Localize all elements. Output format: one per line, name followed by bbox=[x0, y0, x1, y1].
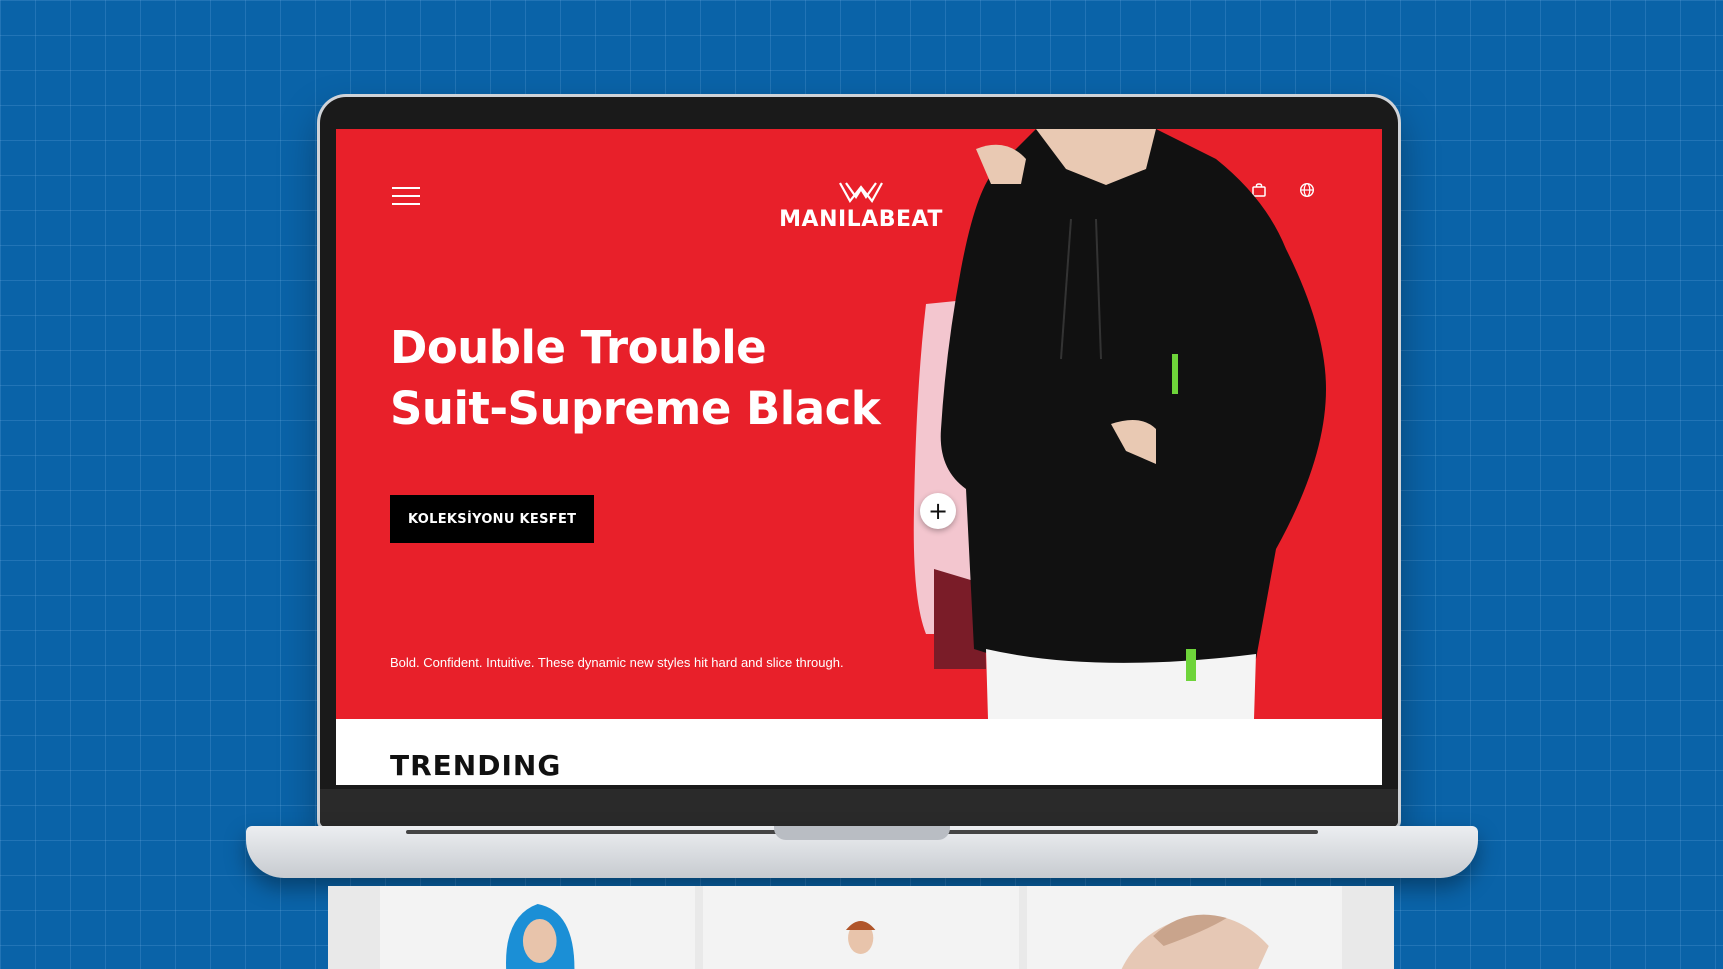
screen-bezel-bottom bbox=[320, 789, 1398, 827]
laptop-notch bbox=[774, 826, 950, 840]
explore-collection-button[interactable]: KOLEKSİYONU KESFET bbox=[390, 495, 595, 543]
laptop-screen: MANILABEAT Double Trouble Suit-Supreme B… bbox=[336, 129, 1382, 785]
product-preview-strip bbox=[328, 886, 1394, 969]
laptop-base bbox=[246, 826, 1478, 878]
product-card[interactable] bbox=[1026, 886, 1342, 969]
product-photo-pose bbox=[1121, 914, 1269, 969]
product-hotspot-button[interactable]: + bbox=[920, 493, 956, 529]
hero-tagline: Bold. Confident. Intuitive. These dynami… bbox=[390, 655, 844, 670]
trending-section-title: TRENDING bbox=[390, 749, 562, 782]
scene: MANILABEAT Double Trouble Suit-Supreme B… bbox=[0, 0, 1723, 969]
product-card[interactable] bbox=[703, 886, 1019, 969]
product-photo-blue-hood bbox=[506, 904, 575, 969]
hamburger-icon[interactable] bbox=[392, 187, 420, 207]
product-card[interactable] bbox=[380, 886, 696, 969]
hero-headline: Double Trouble Suit-Supreme Black bbox=[390, 317, 881, 439]
headline-line-2: Suit-Supreme Black bbox=[390, 382, 881, 435]
headline-line-1: Double Trouble bbox=[390, 321, 767, 374]
product-photo-model bbox=[846, 921, 876, 954]
model-image bbox=[913, 129, 1326, 719]
hero-banner: MANILABEAT Double Trouble Suit-Supreme B… bbox=[336, 129, 1382, 719]
laptop-lid: MANILABEAT Double Trouble Suit-Supreme B… bbox=[320, 97, 1398, 827]
